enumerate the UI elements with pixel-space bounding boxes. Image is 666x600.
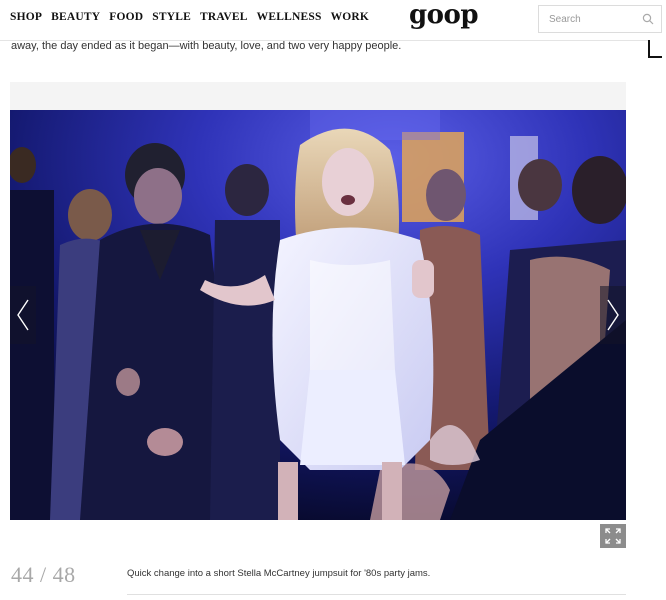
nav-item-shop[interactable]: SHOP	[10, 11, 42, 23]
search-icon[interactable]	[642, 13, 654, 25]
chevron-left-icon	[17, 299, 29, 331]
caption-divider	[127, 594, 626, 595]
nav-item-style[interactable]: STYLE	[152, 11, 191, 23]
main-nav: SHOP BEAUTY FOOD STYLE TRAVEL WELLNESS W…	[10, 11, 378, 23]
gallery-photo	[10, 110, 626, 520]
slide-counter: 44 / 48	[11, 562, 76, 587]
chevron-right-icon	[607, 299, 619, 331]
fullscreen-button[interactable]	[600, 524, 626, 548]
nav-item-food[interactable]: FOOD	[109, 11, 143, 23]
site-logo[interactable]: goop	[409, 0, 479, 30]
nav-item-work[interactable]: WORK	[331, 11, 370, 23]
slide-caption: Quick change into a short Stella McCartn…	[127, 568, 431, 579]
gallery-next-button[interactable]	[600, 286, 626, 344]
search-input[interactable]	[539, 6, 639, 32]
gallery-top-band	[10, 82, 626, 110]
nav-item-beauty[interactable]: BEAUTY	[51, 11, 100, 23]
article-intro-text: away, the day ended as it began—with bea…	[11, 40, 402, 52]
nav-item-wellness[interactable]: WELLNESS	[257, 11, 322, 23]
site-header: SHOP BEAUTY FOOD STYLE TRAVEL WELLNESS W…	[0, 0, 666, 40]
gallery-prev-button[interactable]	[10, 286, 36, 344]
corner-bracket	[648, 40, 662, 58]
party-dance-photo	[10, 110, 626, 520]
fullscreen-icon	[605, 528, 621, 544]
search-box	[538, 5, 662, 33]
nav-item-travel[interactable]: TRAVEL	[200, 11, 248, 23]
